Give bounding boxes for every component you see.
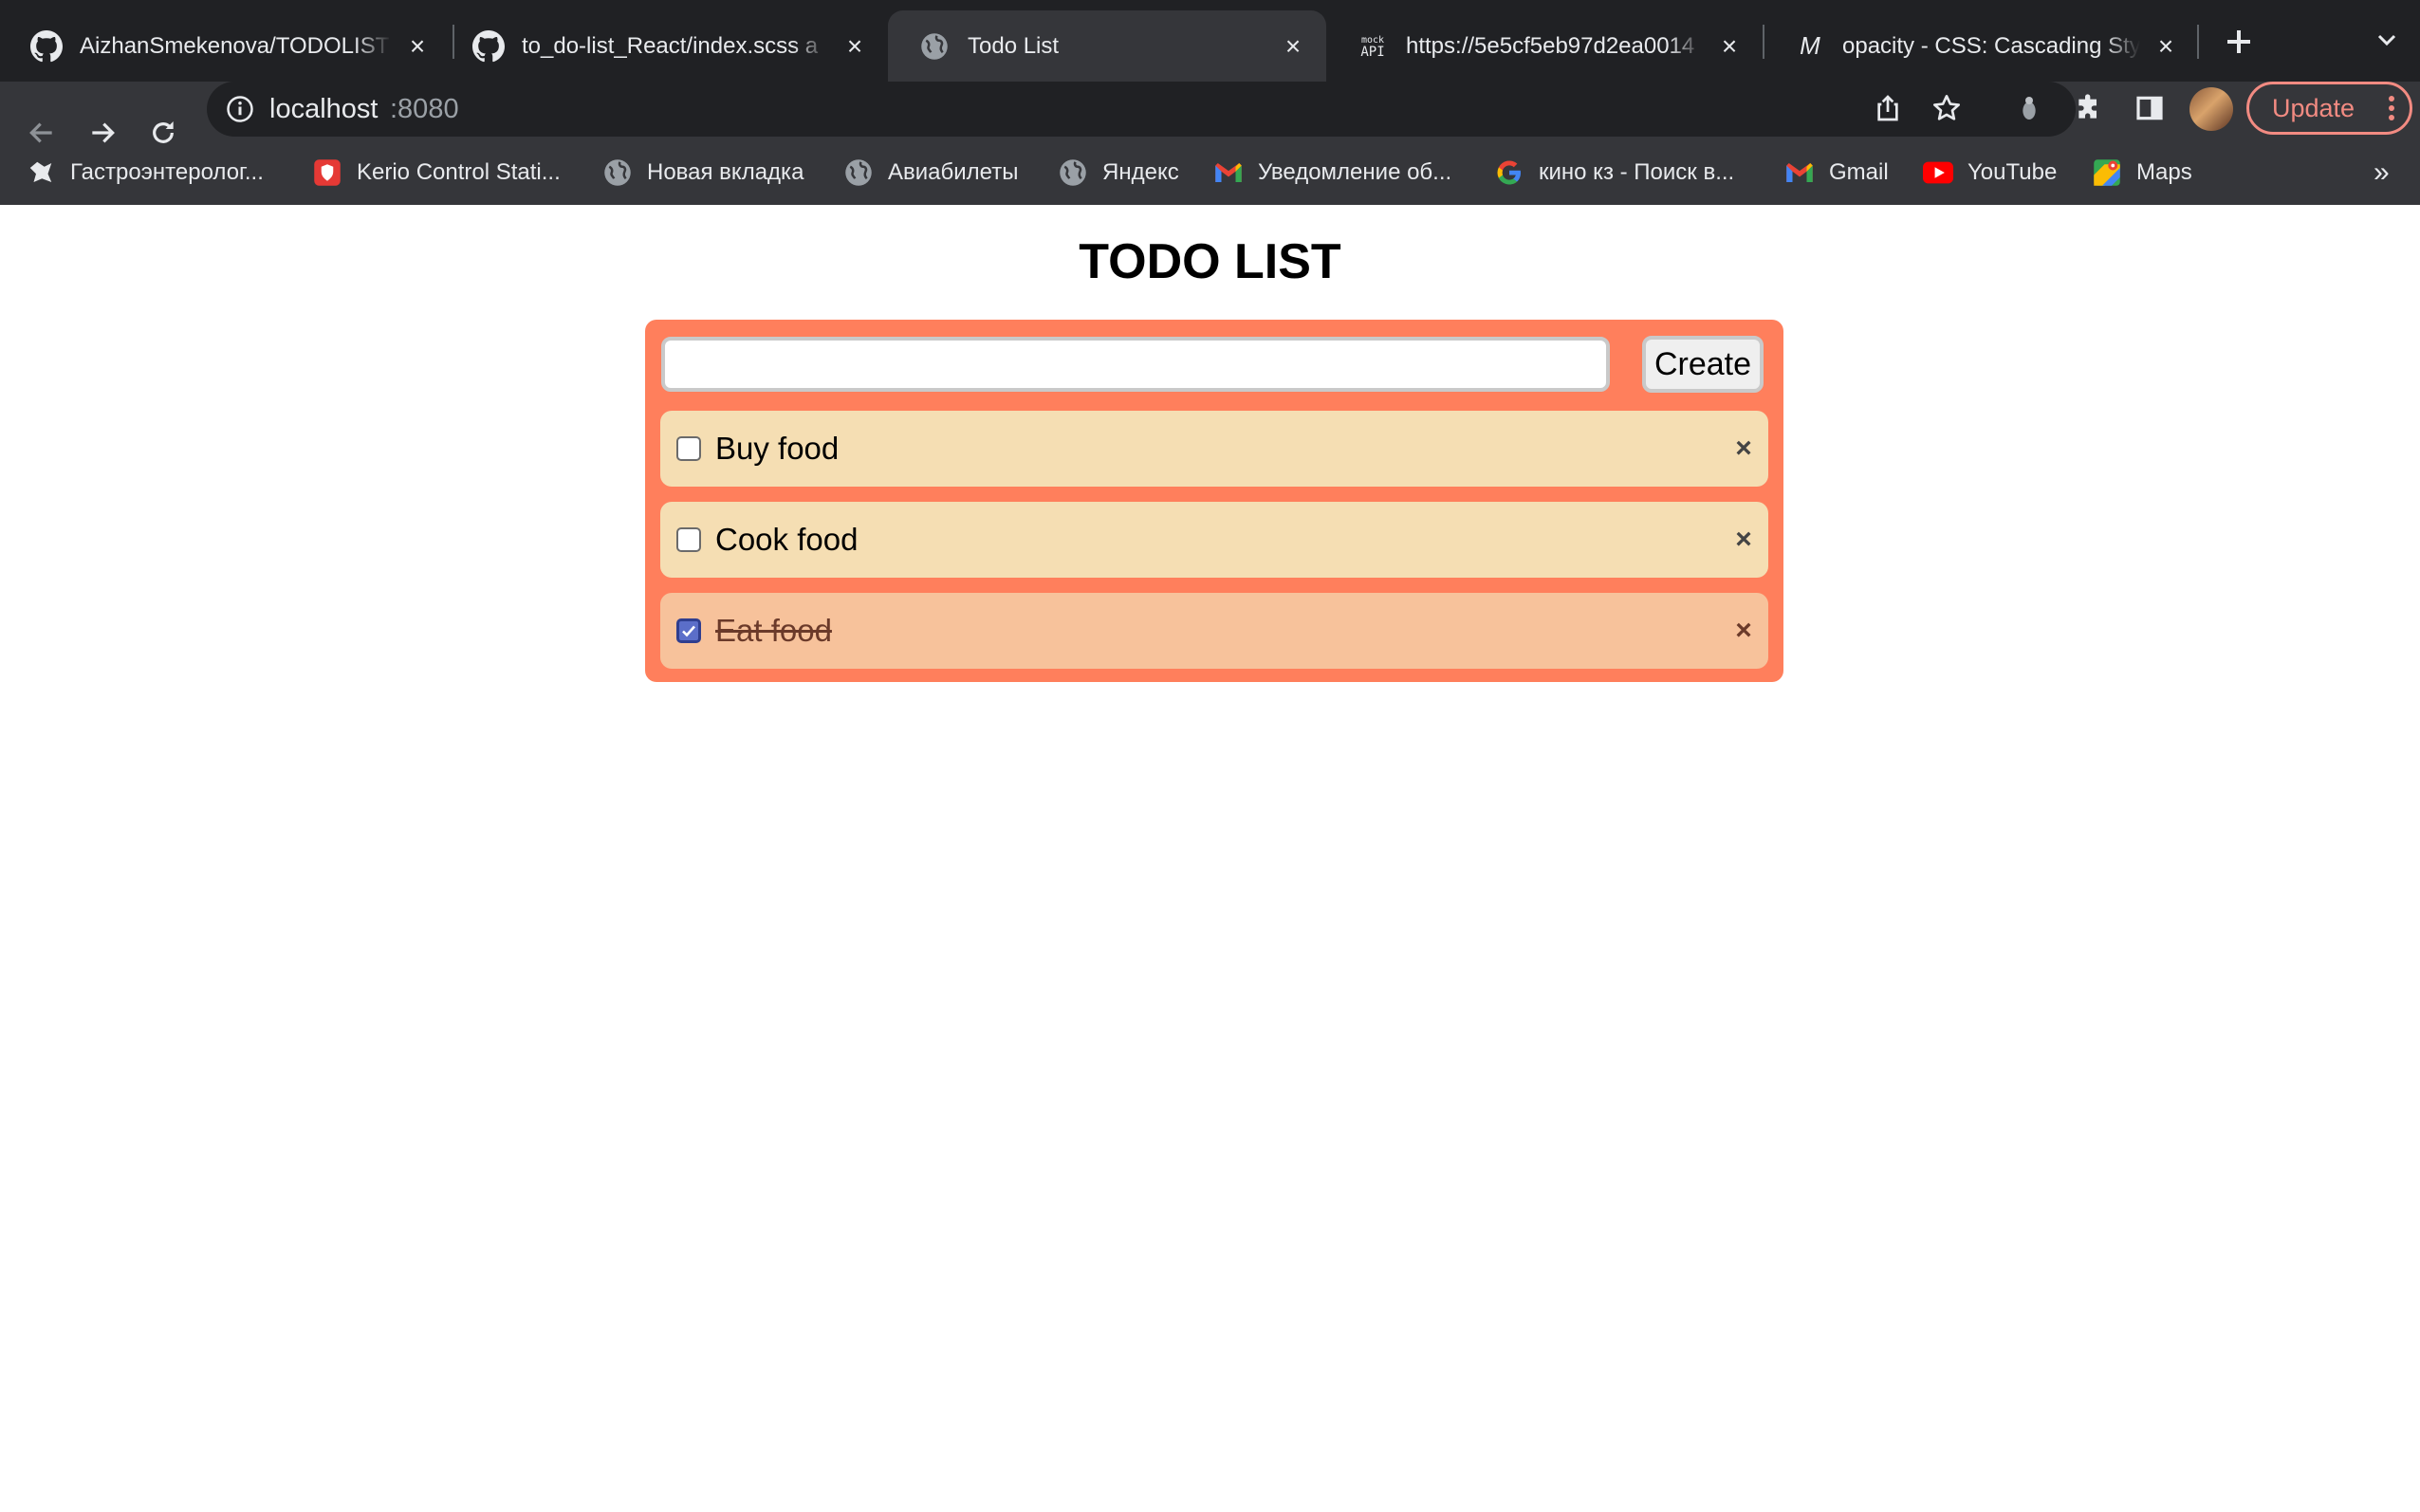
bookmark-star-icon[interactable] — [1931, 93, 1962, 128]
bookmark-item[interactable]: YouTube — [1922, 150, 2057, 195]
arrow-right-icon — [92, 122, 115, 143]
update-label: Update — [2272, 93, 2355, 122]
tab-github-index-scss[interactable]: to_do-list_React/index.scss a × — [442, 10, 888, 82]
address-bar[interactable]: localhost :8080 — [207, 82, 2076, 137]
todo-label: Cook food — [715, 522, 859, 557]
kebab-menu-icon — [2387, 94, 2396, 127]
bookmark-label: Kerio Control Stati... — [357, 159, 561, 185]
mockapi-icon: mock API — [1357, 30, 1389, 63]
tab-title: https://5e5cf5eb97d2ea0014 — [1406, 32, 1695, 59]
bookmark-item[interactable]: Гастроэнтеролог... — [25, 150, 264, 195]
overflow-label: » — [2374, 157, 2390, 188]
browser-tab-strip: AizhanSmekenova/TODOLIST × to_do-list_Re… — [0, 0, 2420, 82]
bookmark-label: Gmail — [1829, 159, 1889, 185]
bookmark-label: кино кз - Поиск в... — [1539, 159, 1735, 185]
maps-icon — [2091, 157, 2123, 189]
todo-item: Cook food × — [660, 502, 1768, 578]
clinic-icon — [25, 157, 57, 189]
bookmark-item[interactable]: Яндекс — [1057, 150, 1179, 195]
close-icon[interactable]: × — [2152, 31, 2180, 61]
tab-github-todolist[interactable]: AizhanSmekenova/TODOLIST × — [0, 10, 451, 82]
tab-mdn-opacity[interactable]: M opacity - CSS: Cascading Sty × — [1763, 10, 2199, 82]
close-icon[interactable]: × — [1715, 31, 1744, 61]
todo-checkbox[interactable] — [676, 527, 701, 552]
delete-icon[interactable]: × — [1727, 432, 1761, 466]
tab-mockapi[interactable]: mock API https://5e5cf5eb97d2ea0014 × — [1326, 10, 1763, 82]
todo-checkbox-checked[interactable] — [676, 618, 701, 643]
bookmark-item[interactable]: Maps — [2091, 150, 2192, 195]
gmail-icon — [1212, 157, 1245, 189]
checkmark-icon — [682, 625, 695, 637]
info-icon[interactable] — [226, 95, 254, 128]
google-icon — [1493, 157, 1525, 189]
todo-panel: Create Buy food × Cook food × Eat food × — [645, 320, 1783, 682]
bookmark-label: Уведомление об... — [1258, 159, 1452, 185]
tab-title: AizhanSmekenova/TODOLIST — [80, 32, 390, 59]
bookmark-item[interactable]: Авиабилеты — [842, 150, 1018, 195]
new-tab-button[interactable] — [2216, 19, 2262, 65]
close-icon[interactable]: × — [1279, 31, 1307, 61]
globe-icon — [842, 157, 875, 189]
todo-item-completed: Eat food × — [660, 593, 1768, 669]
close-icon[interactable]: × — [403, 31, 432, 61]
bookmarks-bar: Гастроэнтеролог... Kerio Control Stati..… — [0, 150, 2420, 205]
url-host: localhost — [269, 94, 379, 124]
tab-title: to_do-list_React/index.scss a — [522, 32, 819, 59]
extensions-puzzle-icon[interactable] — [2074, 93, 2104, 128]
avatar[interactable] — [2189, 87, 2233, 131]
page-title: TODO LIST — [1079, 234, 1341, 289]
tab-todo-list[interactable]: Todo List × — [888, 10, 1326, 82]
shield-icon — [311, 157, 343, 189]
tab-separator — [2197, 25, 2199, 59]
url-port: :8080 — [390, 94, 459, 124]
close-icon[interactable]: × — [841, 31, 869, 61]
bookmark-label: Яндекс — [1102, 159, 1179, 185]
bookmark-item[interactable]: Kerio Control Stati... — [311, 150, 561, 195]
new-todo-input[interactable] — [661, 337, 1610, 392]
plus-icon — [2227, 30, 2250, 53]
tab-title: opacity - CSS: Cascading Sty — [1842, 32, 2140, 59]
todo-item: Buy food × — [660, 411, 1768, 487]
bookmark-label: Гастроэнтеролог... — [70, 159, 264, 185]
youtube-icon — [1922, 157, 1954, 189]
bookmark-label: Maps — [2136, 159, 2192, 185]
globe-icon — [1057, 157, 1089, 189]
mockapi-icon-bottom: API — [1360, 44, 1385, 60]
delete-icon[interactable]: × — [1727, 523, 1761, 557]
bookmark-label: Авиабилеты — [888, 159, 1019, 185]
reload-icon — [153, 121, 174, 143]
globe-icon — [601, 157, 634, 189]
bookmark-item[interactable]: Gmail — [1783, 150, 1889, 195]
bookmark-item[interactable]: кино кз - Поиск в... — [1493, 150, 1734, 195]
delete-icon[interactable]: × — [1727, 614, 1761, 648]
arrow-left-icon — [29, 122, 52, 143]
page-viewport: TODO LIST Create Buy food × Cook food × … — [0, 205, 2420, 1512]
github-icon — [472, 29, 505, 63]
bookmark-label: YouTube — [1967, 159, 2058, 185]
extension-icon[interactable] — [2015, 93, 2043, 128]
bookmarks-overflow-button[interactable]: » — [2374, 150, 2390, 195]
github-icon — [30, 29, 63, 63]
bookmark-item[interactable]: Уведомление об... — [1212, 150, 1451, 195]
share-icon[interactable] — [1873, 93, 1903, 128]
tab-search-button[interactable] — [2368, 21, 2406, 59]
todo-label: Buy food — [715, 431, 840, 466]
side-panel-icon[interactable] — [2134, 93, 2165, 128]
create-button[interactable]: Create — [1642, 336, 1764, 393]
gmail-icon — [1783, 157, 1816, 189]
tab-title: Todo List — [968, 32, 1060, 59]
mdn-icon: M — [1793, 30, 1825, 63]
bookmark-item[interactable]: Новая вкладка — [601, 150, 804, 195]
mdn-icon-text: M — [1800, 31, 1820, 60]
globe-icon — [918, 30, 951, 63]
chevron-down-icon — [2377, 34, 2396, 46]
todo-label: Eat food — [715, 613, 832, 648]
todo-checkbox[interactable] — [676, 436, 701, 461]
bookmark-label: Новая вкладка — [647, 159, 804, 185]
update-button[interactable]: Update — [2246, 82, 2412, 135]
